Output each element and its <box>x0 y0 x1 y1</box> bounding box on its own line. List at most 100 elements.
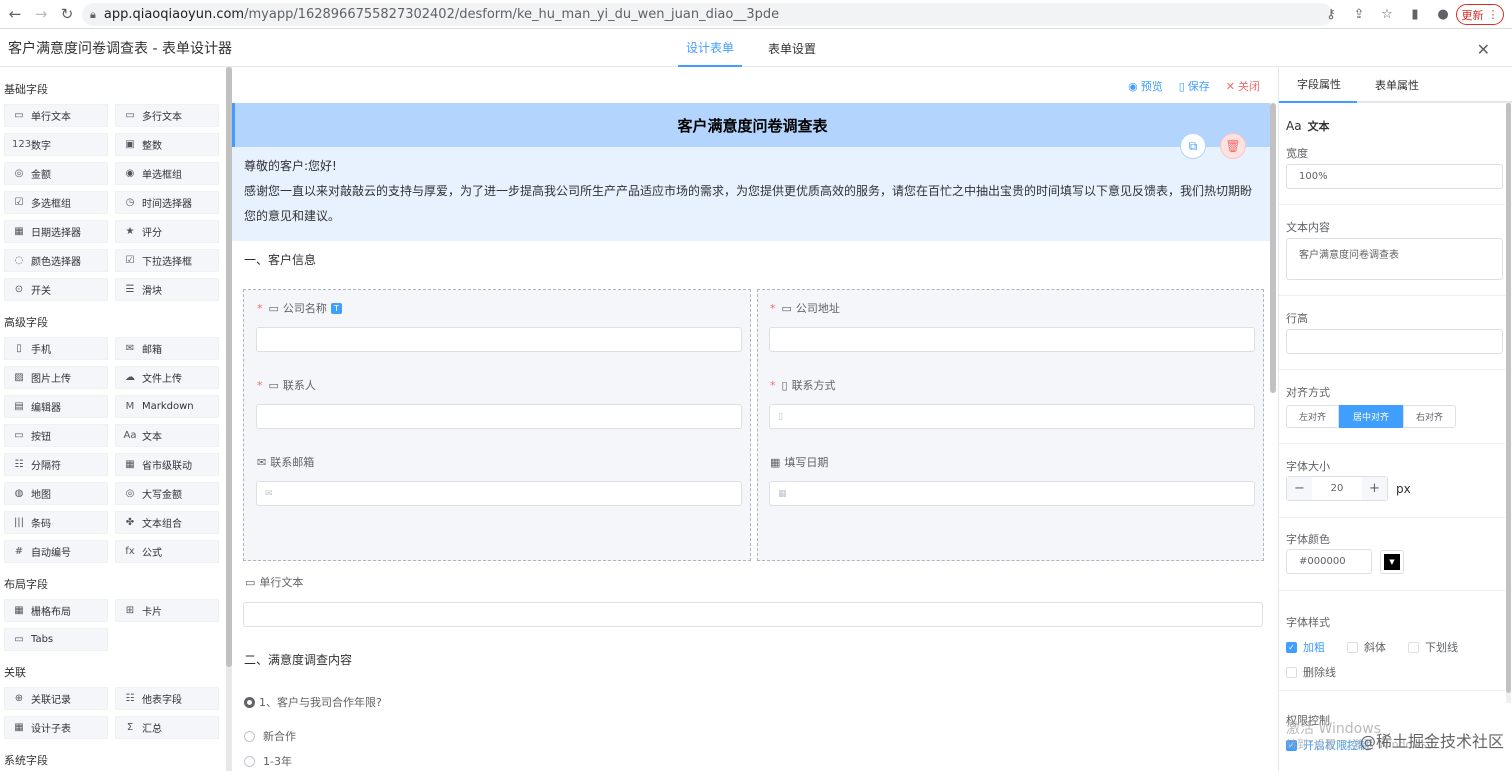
color-picker[interactable]: ▼ <box>1380 549 1404 574</box>
company-addr-input[interactable] <box>769 327 1255 352</box>
palette-item-advanced-13[interactable]: ✤ 文本组合 <box>115 511 219 534</box>
line-height-input[interactable] <box>1286 329 1503 354</box>
address-bar[interactable]: 🔒︎ app.qiaoqiaoyun.com/myapp/16289667558… <box>82 3 1332 26</box>
profile-icon[interactable]: ● <box>1434 4 1452 24</box>
palette-item-basic-9[interactable]: ★ 评分 <box>115 220 219 243</box>
palette-item-advanced-1[interactable]: ✉ 邮箱 <box>115 337 219 360</box>
palette-item-basic-12[interactable]: ⊙ 开关 <box>4 278 108 301</box>
palette-item-layout-2[interactable]: ▭ Tabs <box>4 628 108 651</box>
palette-item-advanced-12[interactable]: ||| 条码 <box>4 511 108 534</box>
fill-date-input[interactable]: ▦ <box>769 481 1255 506</box>
copy-field-button[interactable]: ⧉ <box>1180 133 1206 159</box>
italic-checkbox[interactable]: 斜体 <box>1347 639 1386 655</box>
palette-item-layout-0[interactable]: ▦ 栅格布局 <box>4 599 108 622</box>
palette-item-advanced-5[interactable]: M Markdown <box>115 395 219 418</box>
palette-item-basic-7[interactable]: ◷ 时间选择器 <box>115 191 219 214</box>
single-text-input[interactable] <box>243 602 1263 627</box>
grid-col-right[interactable]: * ▭ 公司地址 * ▯ 联系方式 ▯ ▦ 填写日期 ▦ <box>757 289 1264 561</box>
divider <box>1279 590 1505 591</box>
palette-item-relation-0[interactable]: ⊕ 关联记录 <box>4 687 108 710</box>
save-button[interactable]: ▯ 保存 <box>1179 78 1210 94</box>
tab-form-props[interactable]: 表单属性 <box>1357 67 1435 103</box>
tab-field-props[interactable]: 字段属性 <box>1279 67 1357 103</box>
close-icon[interactable]: ✕ <box>1477 40 1490 59</box>
strike-checkbox[interactable]: 删除线 <box>1286 664 1503 680</box>
canvas-scrollbar-thumb[interactable] <box>1270 103 1276 393</box>
palette-item-advanced-4[interactable]: ▤ 编辑器 <box>4 395 108 418</box>
palette-item-advanced-3[interactable]: ☁ 文件上传 <box>115 366 219 389</box>
form-title-banner[interactable]: 客户满意度问卷调查表 <box>232 103 1270 147</box>
font-size-value[interactable]: 20 <box>1312 483 1362 494</box>
align-left-button[interactable]: 左对齐 <box>1286 405 1339 428</box>
palette-item-layout-1[interactable]: ⊞ 卡片 <box>115 599 219 622</box>
radio-button[interactable] <box>244 755 255 767</box>
underline-checkbox[interactable]: 下划线 <box>1408 639 1458 655</box>
palette-item-basic-10[interactable]: ◌ 颜色选择器 <box>4 249 108 272</box>
email-input[interactable]: ✉ <box>256 481 742 506</box>
star-icon[interactable]: ☆ <box>1378 4 1396 24</box>
palette-item-advanced-10[interactable]: ◍ 地图 <box>4 482 108 505</box>
sidepanel-icon[interactable]: ▮ <box>1406 4 1424 24</box>
key-icon[interactable]: ⚷ <box>1322 4 1340 24</box>
palette-item-basic-0[interactable]: ▭ 单行文本 <box>4 104 108 127</box>
palette-item-advanced-8[interactable]: ☷ 分隔符 <box>4 453 108 476</box>
tab-form-settings[interactable]: 表单设置 <box>768 29 816 67</box>
label-single-text: ▭ 单行文本 <box>245 574 303 590</box>
close-button[interactable]: ✕ 关闭 <box>1226 78 1260 94</box>
palette-item-advanced-11[interactable]: ◎ 大写金额 <box>115 482 219 505</box>
section-satisfaction[interactable]: 二、满意度调查内容 <box>244 651 352 668</box>
company-name-input[interactable] <box>256 327 742 352</box>
palette-item-advanced-14[interactable]: # 自动编号 <box>4 540 108 563</box>
reload-icon[interactable]: ↻ <box>56 3 78 25</box>
form-intro[interactable]: 尊敬的客户:您好! 感谢您一直以来对敲敲云的支持与厚爱，为了进一步提高我公司所生… <box>232 147 1270 241</box>
preview-button[interactable]: ◉ 预览 <box>1128 78 1163 94</box>
bold-checkbox[interactable]: ✓ 加粗 <box>1286 639 1325 655</box>
palette-item-advanced-15[interactable]: fx 公式 <box>115 540 219 563</box>
palette-item-basic-13[interactable]: ☰ 滑块 <box>115 278 219 301</box>
palette-item-basic-4[interactable]: ◎ 金额 <box>4 162 108 185</box>
properties-scrollbar-thumb[interactable] <box>1506 103 1511 693</box>
align-center-button[interactable]: 居中对齐 <box>1339 405 1403 428</box>
palette-item-basic-3[interactable]: ▣ 整数 <box>115 133 219 156</box>
update-button[interactable]: 更新 ⋮ <box>1456 4 1504 25</box>
palette-item-advanced-0[interactable]: ▯ 手机 <box>4 337 108 360</box>
section-customer-info[interactable]: 一、客户信息 <box>244 251 316 268</box>
delete-field-button[interactable]: 🗑︎ <box>1220 133 1246 159</box>
decrement-button[interactable]: − <box>1287 477 1312 500</box>
font-color-input[interactable]: #000000 <box>1286 549 1372 574</box>
align-right-button[interactable]: 右对齐 <box>1403 405 1456 428</box>
width-input[interactable]: 100% <box>1286 164 1503 189</box>
palette-item-advanced-7[interactable]: Aa 文本 <box>115 424 219 447</box>
content-textarea[interactable]: 客户满意度问卷调查表 <box>1286 238 1503 280</box>
field-type-icon: ⊞ <box>125 605 135 616</box>
contact-input[interactable] <box>256 404 742 429</box>
q1-option-2[interactable]: 1-3年 <box>244 753 292 769</box>
back-icon[interactable]: ← <box>4 3 26 25</box>
palette-item-advanced-9[interactable]: ▦ 省市级联动 <box>115 453 219 476</box>
palette-item-advanced-2[interactable]: ▨ 图片上传 <box>4 366 108 389</box>
palette-item-relation-1[interactable]: ☷ 他表字段 <box>115 687 219 710</box>
share-icon[interactable]: ⇪ <box>1350 4 1368 24</box>
contact-way-input[interactable]: ▯ <box>769 404 1255 429</box>
radio-button[interactable] <box>244 730 255 742</box>
q1-option-1[interactable]: 新合作 <box>244 728 296 744</box>
palette-item-label: 设计子表 <box>31 724 71 735</box>
palette-item-relation-2[interactable]: ▦ 设计子表 <box>4 716 108 739</box>
palette-item-advanced-6[interactable]: ▭ 按钮 <box>4 424 108 447</box>
palette-item-basic-1[interactable]: ▭ 多行文本 <box>115 104 219 127</box>
increment-button[interactable]: + <box>1362 477 1387 500</box>
palette-item-basic-6[interactable]: ☑ 多选框组 <box>4 191 108 214</box>
palette-item-basic-2[interactable]: 123 数字 <box>4 133 108 156</box>
palette-item-relation-3[interactable]: Σ 汇总 <box>115 716 219 739</box>
palette-item-basic-8[interactable]: ▦ 日期选择器 <box>4 220 108 243</box>
tab-design-form[interactable]: 设计表单 <box>678 29 742 67</box>
palette-item-basic-11[interactable]: ☑ 下拉选择框 <box>115 249 219 272</box>
grid-layout[interactable]: * ▭ 公司名称 T * ▭ 联系人 ✉ 联系邮箱 ✉ * ▭ 公司地址 * ▯ 联系方式 ▯ ▦ 填… <box>243 289 1264 561</box>
required-mark: * <box>257 378 263 392</box>
grid-col-left[interactable]: * ▭ 公司名称 T * ▭ 联系人 ✉ 联系邮箱 ✉ <box>243 289 751 561</box>
forward-icon[interactable]: → <box>30 3 52 25</box>
font-size-stepper[interactable]: − 20 + <box>1286 476 1388 501</box>
palette-section-advanced: 高级字段 <box>4 316 48 329</box>
properties-scrollbar[interactable] <box>1506 103 1511 703</box>
palette-item-basic-5[interactable]: ◉ 单选框组 <box>115 162 219 185</box>
